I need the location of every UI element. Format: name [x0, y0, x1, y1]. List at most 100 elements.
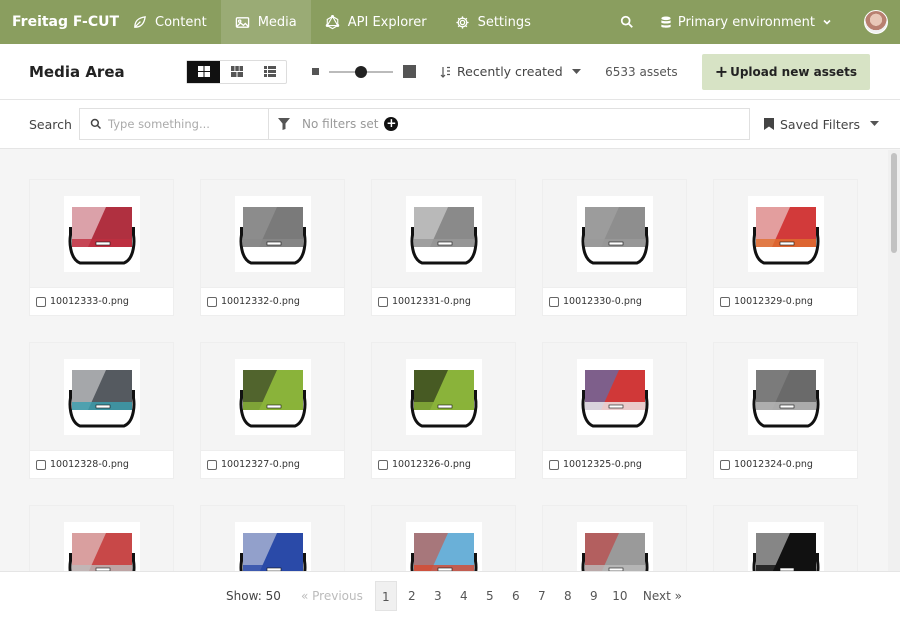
asset-thumbnail[interactable] [543, 180, 686, 288]
bag-image [405, 195, 482, 272]
page-link[interactable]: 7 [529, 581, 555, 611]
asset-card[interactable]: 10012328-0.png [29, 342, 174, 479]
asset-card[interactable]: 10012327-0.png [200, 342, 345, 479]
messenger-bag-icon [752, 369, 819, 427]
asset-filename: 10012332-0.png [221, 296, 300, 307]
asset-card[interactable]: 10012333-0.png [29, 179, 174, 316]
page-link[interactable]: 1 [374, 580, 397, 611]
asset-card[interactable] [371, 505, 516, 571]
nav-item-media[interactable]: Media [220, 0, 311, 44]
page-link[interactable]: 3 [425, 581, 451, 611]
asset-thumbnail[interactable] [201, 180, 344, 288]
asset-thumbnail[interactable] [30, 180, 173, 288]
environment-selector[interactable]: Primary environment [660, 15, 838, 30]
scrollbar-thumb[interactable] [891, 153, 897, 253]
grid-view-button[interactable] [187, 60, 220, 83]
asset-thumbnail[interactable] [543, 506, 686, 571]
page-link[interactable]: 2 [399, 581, 425, 611]
asset-thumbnail[interactable] [30, 506, 173, 571]
asset-card[interactable]: 10012330-0.png [542, 179, 687, 316]
asset-thumbnail[interactable] [714, 343, 857, 451]
add-filter-icon[interactable]: + [384, 117, 399, 131]
page-size-selector[interactable]: Show: 50 [226, 589, 301, 603]
asset-thumbnail[interactable] [714, 506, 857, 571]
asset-filename: 10012331-0.png [392, 296, 471, 307]
asset-thumbnail[interactable] [201, 506, 344, 571]
asset-thumbnail[interactable] [372, 506, 515, 571]
environment-label: Primary environment [677, 14, 815, 30]
asset-card[interactable]: 10012329-0.png [713, 179, 858, 316]
messenger-bag-icon [239, 532, 306, 571]
slider-track[interactable] [329, 65, 393, 78]
asset-card[interactable]: 10012324-0.png [713, 342, 858, 479]
filter-field[interactable]: No filters set + [269, 108, 750, 140]
nav-right-group: Primary environment [612, 0, 900, 44]
filters-status: No filters set [302, 117, 379, 131]
nav-item-label: Content [155, 14, 207, 30]
nav-item-api-explorer[interactable]: API Explorer [311, 0, 441, 44]
asset-thumbnail[interactable] [372, 180, 515, 288]
list-view-button[interactable] [253, 61, 286, 83]
asset-card[interactable]: 10012326-0.png [371, 342, 516, 479]
previous-page-link[interactable]: « Previous [301, 589, 363, 603]
global-search-button[interactable] [612, 15, 642, 29]
nav-item-content[interactable]: Content [118, 0, 221, 44]
messenger-bag-icon [752, 206, 819, 264]
caret-down-icon [571, 68, 581, 74]
asset-thumbnail[interactable] [714, 180, 857, 288]
asset-card[interactable] [713, 505, 858, 571]
page-link[interactable]: 5 [477, 581, 503, 611]
messenger-bag-icon [581, 369, 648, 427]
masonry-view-button[interactable] [220, 61, 253, 83]
asset-checkbox[interactable] [207, 296, 217, 307]
asset-checkbox[interactable] [378, 459, 388, 470]
pagination-bar: Show: 50 « Previous 1 2 3 4 5 6 7 8 9 10 Next » [0, 571, 900, 619]
upload-assets-button[interactable]: + Upload new assets [701, 53, 870, 90]
top-navbar: Freitag F-CUT Content Media API Explorer… [0, 0, 900, 44]
page-link[interactable]: 4 [451, 581, 477, 611]
messenger-bag-icon [239, 369, 306, 427]
asset-checkbox[interactable] [36, 459, 46, 470]
leaf-icon [134, 15, 146, 28]
asset-filename: 10012326-0.png [392, 459, 471, 470]
media-toolbar: Media Area Recently created 6533 assets … [0, 44, 900, 100]
asset-card[interactable] [200, 505, 345, 571]
asset-thumbnail[interactable] [30, 343, 173, 451]
asset-checkbox[interactable] [207, 459, 217, 470]
asset-thumbnail[interactable] [372, 343, 515, 451]
search-input[interactable] [108, 117, 258, 131]
page-link[interactable]: 6 [503, 581, 529, 611]
next-page-link[interactable]: Next » [643, 589, 682, 603]
page-link[interactable]: 9 [581, 581, 607, 611]
page-link[interactable]: 8 [555, 581, 581, 611]
page-link[interactable]: 10 [607, 581, 633, 611]
nav-item-label: API Explorer [347, 14, 427, 30]
asset-thumbnail[interactable] [543, 343, 686, 451]
asset-checkbox[interactable] [549, 296, 559, 307]
asset-filename: 10012327-0.png [221, 459, 300, 470]
list-icon [263, 66, 276, 77]
asset-card[interactable]: 10012325-0.png [542, 342, 687, 479]
slider-thumb[interactable] [355, 65, 367, 78]
asset-checkbox[interactable] [720, 459, 730, 470]
asset-card[interactable] [542, 505, 687, 571]
sort-dropdown[interactable]: Recently created [440, 64, 587, 79]
brand-logo[interactable]: Freitag F-CUT [0, 14, 119, 30]
asset-thumbnail[interactable] [201, 343, 344, 451]
asset-checkbox[interactable] [36, 296, 46, 307]
asset-card[interactable]: 10012331-0.png [371, 179, 516, 316]
thumbnail-size-slider[interactable] [312, 65, 416, 78]
asset-checkbox[interactable] [549, 459, 559, 470]
saved-filters-dropdown[interactable]: Saved Filters [764, 117, 885, 132]
asset-card[interactable]: 10012332-0.png [200, 179, 345, 316]
asset-label: 10012324-0.png [714, 451, 857, 478]
plus-icon: + [714, 62, 729, 81]
asset-checkbox[interactable] [378, 296, 388, 307]
bag-image [576, 358, 653, 435]
vertical-scrollbar[interactable] [888, 150, 900, 571]
asset-checkbox[interactable] [720, 296, 730, 307]
search-label: Search [29, 116, 72, 132]
user-avatar[interactable] [864, 10, 888, 34]
nav-item-settings[interactable]: Settings [441, 0, 545, 44]
asset-card[interactable] [29, 505, 174, 571]
